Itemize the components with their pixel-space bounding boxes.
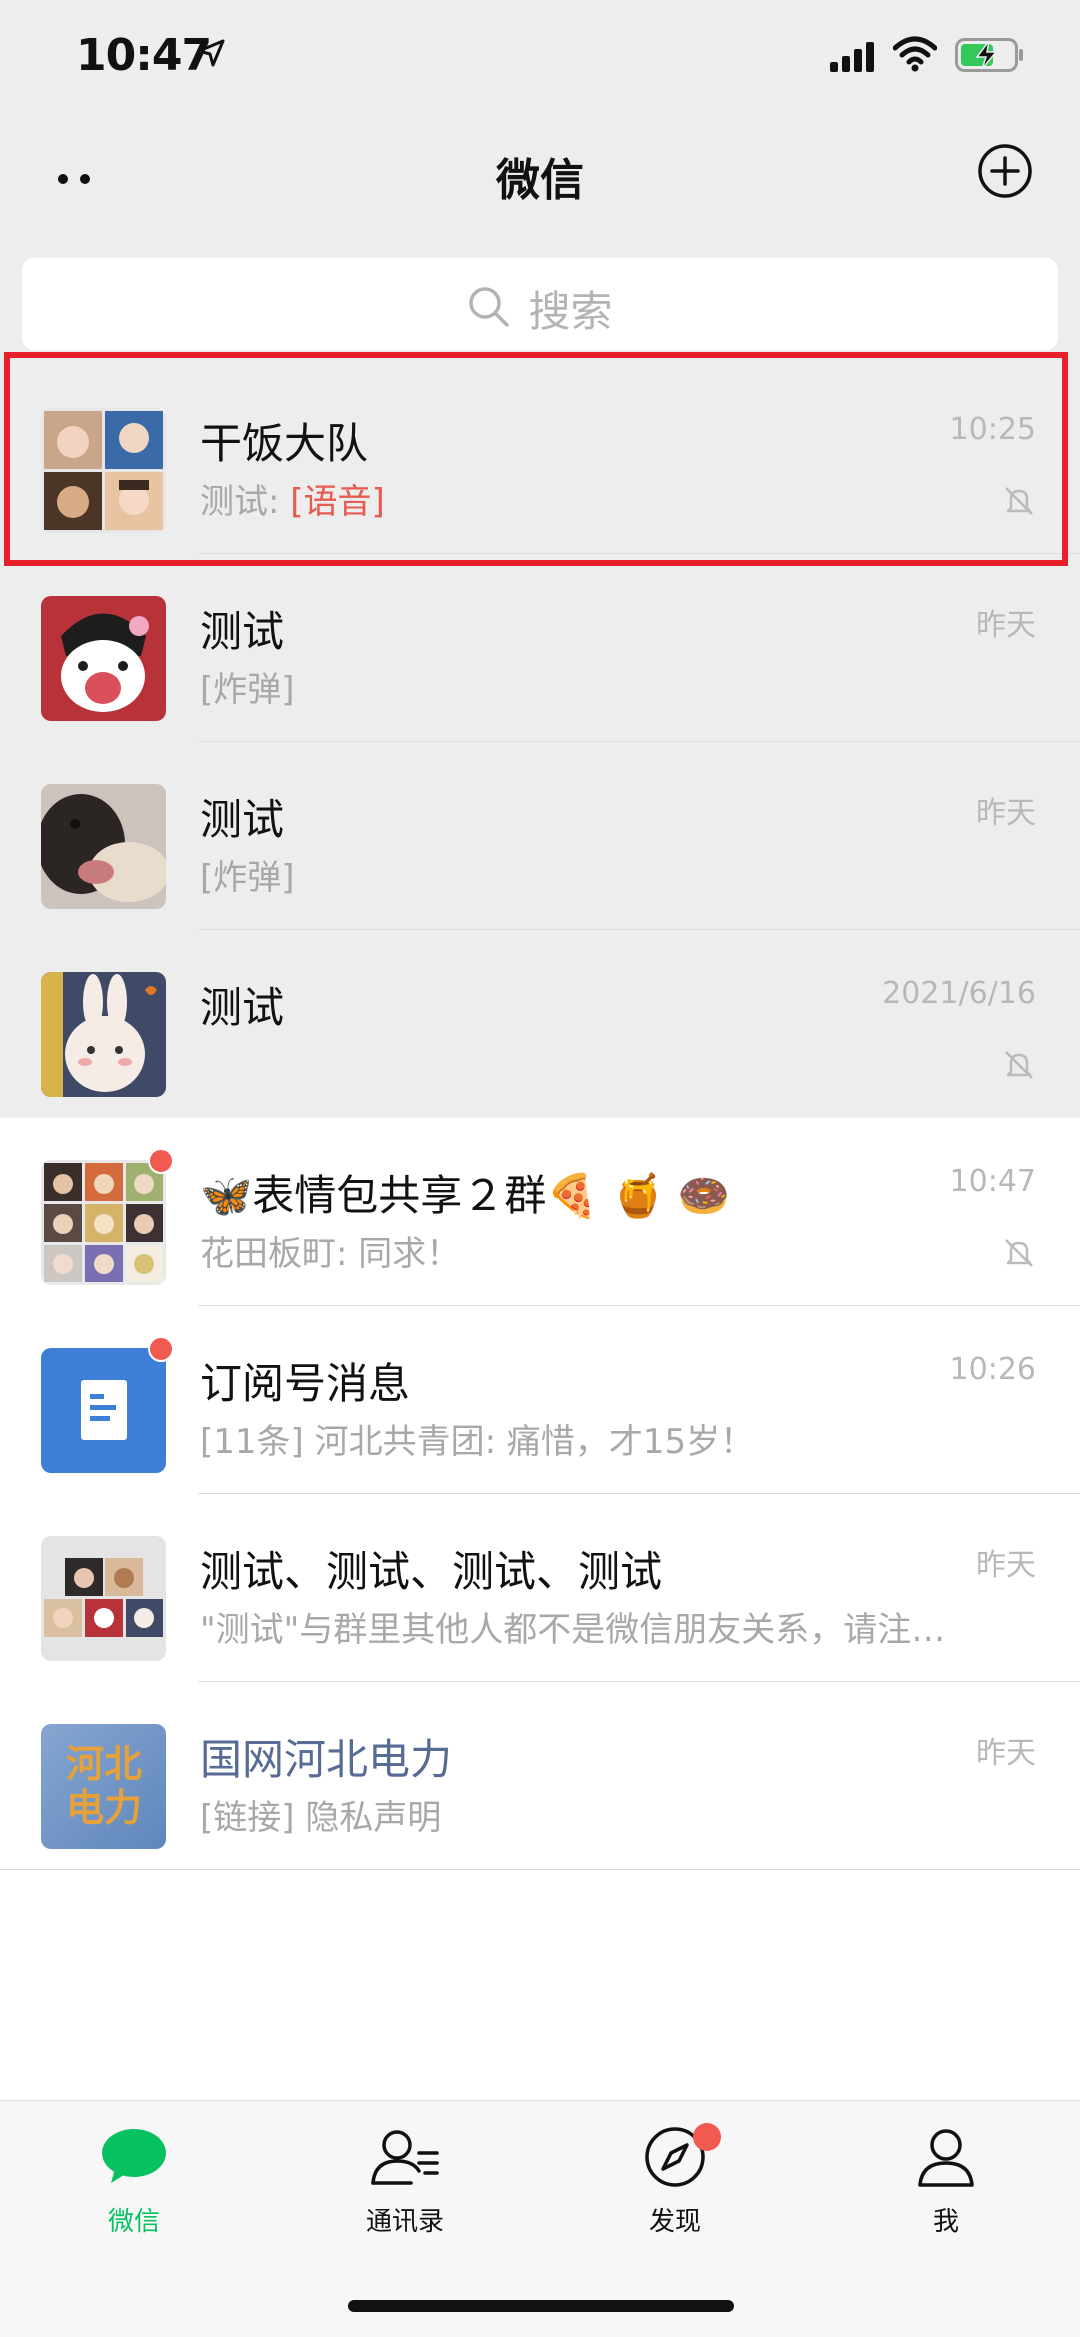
rabbit-avatar [41, 972, 166, 1097]
preview-voice-tag: [语音] [290, 482, 385, 522]
logo-avatar: 河北电力 [41, 1724, 166, 1849]
cellular-signal-icon [830, 42, 876, 76]
contacts-icon [315, 2125, 495, 2195]
chat-preview: [链接] 隐私声明 [200, 1798, 442, 1838]
wifi-icon [892, 36, 938, 76]
logo-avatar-text: 河北电力 [65, 1741, 142, 1830]
tab-label: 通讯录 [365, 2207, 444, 2237]
tab-discover[interactable]: 发现 [585, 2123, 765, 2238]
chat-row[interactable]: 🦋表情包共享２群🍕 🍯 🍩 花田板町: 同求！ 10:47 [0, 1118, 1080, 1306]
chat-preview: [炸弹] [200, 858, 295, 898]
chat-row[interactable]: 订阅号消息 [11条] 河北共青团: 痛惜，才15岁！ 10:26 [0, 1306, 1080, 1494]
home-indicator[interactable] [348, 2300, 734, 2312]
tab-label: 微信 [107, 2207, 160, 2237]
chat-preview: 测试: [语音] [200, 474, 385, 523]
subscription-icon [41, 1348, 166, 1473]
tab-wechat[interactable]: 微信 [44, 2125, 224, 2238]
chat-time: 昨天 [976, 796, 1036, 831]
chat-list: 干饭大队 测试: [语音] 10:25 测试 [炸弹] 昨天 测试 [炸弹] 昨… [0, 366, 1080, 1870]
search-placeholder: 搜索 [528, 287, 613, 336]
tab-me[interactable]: 我 [856, 2125, 1036, 2238]
chat-name: 测试 [200, 607, 285, 656]
chat-name: 测试、测试、测试、测试 [200, 1547, 663, 1596]
person-icon [856, 2125, 1036, 2195]
chat-time: 10:47 [949, 1164, 1036, 1199]
chat-time: 10:26 [949, 1352, 1036, 1387]
unread-dot [148, 1148, 174, 1174]
dog-photo-avatar [41, 784, 166, 909]
search-input[interactable]: 搜索 [22, 258, 1058, 350]
search-icon [467, 285, 511, 333]
chat-name: 🦋表情包共享２群🍕 🍯 🍩 [200, 1171, 730, 1220]
chat-name: 干饭大队 [200, 419, 369, 468]
chat-time: 昨天 [976, 1736, 1036, 1771]
chat-row[interactable]: 测试 [炸弹] 昨天 [0, 554, 1080, 742]
chat-row[interactable]: 测试 [炸弹] 昨天 [0, 742, 1080, 930]
tab-label: 我 [932, 2207, 959, 2237]
chat-row[interactable]: 干饭大队 测试: [语音] 10:25 [0, 366, 1080, 554]
compass-icon [585, 2123, 765, 2195]
cartoon-avatar [41, 596, 166, 721]
chat-preview: [炸弹] [200, 670, 295, 710]
chat-row[interactable]: 测试 2021/6/16 [0, 930, 1080, 1118]
chat-time: 10:25 [949, 412, 1036, 447]
chat-preview: "测试"与群里其他人都不是微信朋友关系，请注… [200, 1610, 946, 1650]
battery-charging-icon [955, 38, 1025, 76]
chat-bubble-icon [44, 2125, 224, 2195]
search-area: 搜索 [0, 248, 1080, 366]
tab-label: 发现 [648, 2207, 701, 2237]
chat-preview: [11条] 河北共青团: 痛惜，才15岁！ [200, 1422, 755, 1462]
group-collage-avatar [41, 1160, 166, 1285]
status-time: 10:47 [76, 30, 212, 81]
mute-bell-icon [1002, 484, 1036, 522]
navigation-bar: 微信 [0, 118, 1080, 248]
add-plus-icon[interactable] [976, 142, 1034, 204]
chat-name: 国网河北电力 [200, 1735, 453, 1784]
chat-row[interactable]: 测试、测试、测试、测试 "测试"与群里其他人都不是微信朋友关系，请注… 昨天 [0, 1494, 1080, 1682]
chat-time: 昨天 [976, 1548, 1036, 1583]
discover-badge-dot [693, 2123, 721, 2151]
group-collage-avatar [41, 1536, 166, 1661]
tab-contacts[interactable]: 通讯录 [315, 2125, 495, 2238]
chat-time: 2021/6/16 [882, 976, 1036, 1011]
chat-time: 昨天 [976, 608, 1036, 643]
chat-name: 测试 [200, 795, 285, 844]
mute-bell-icon [1002, 1236, 1036, 1274]
location-arrow-icon [196, 38, 226, 72]
divider [0, 1869, 1080, 1870]
chat-name: 订阅号消息 [200, 1359, 411, 1408]
mute-bell-icon [1002, 1048, 1036, 1086]
status-bar: 10:47 [0, 0, 1080, 118]
group-collage-avatar [41, 408, 166, 533]
chat-preview: 花田板町: 同求！ [200, 1234, 461, 1274]
unread-dot [148, 1336, 174, 1362]
preview-sender: 测试: [200, 482, 291, 522]
chat-row[interactable]: 河北电力 国网河北电力 [链接] 隐私声明 昨天 [0, 1682, 1080, 1870]
chat-name: 测试 [200, 983, 285, 1032]
page-title: 微信 [496, 155, 584, 206]
